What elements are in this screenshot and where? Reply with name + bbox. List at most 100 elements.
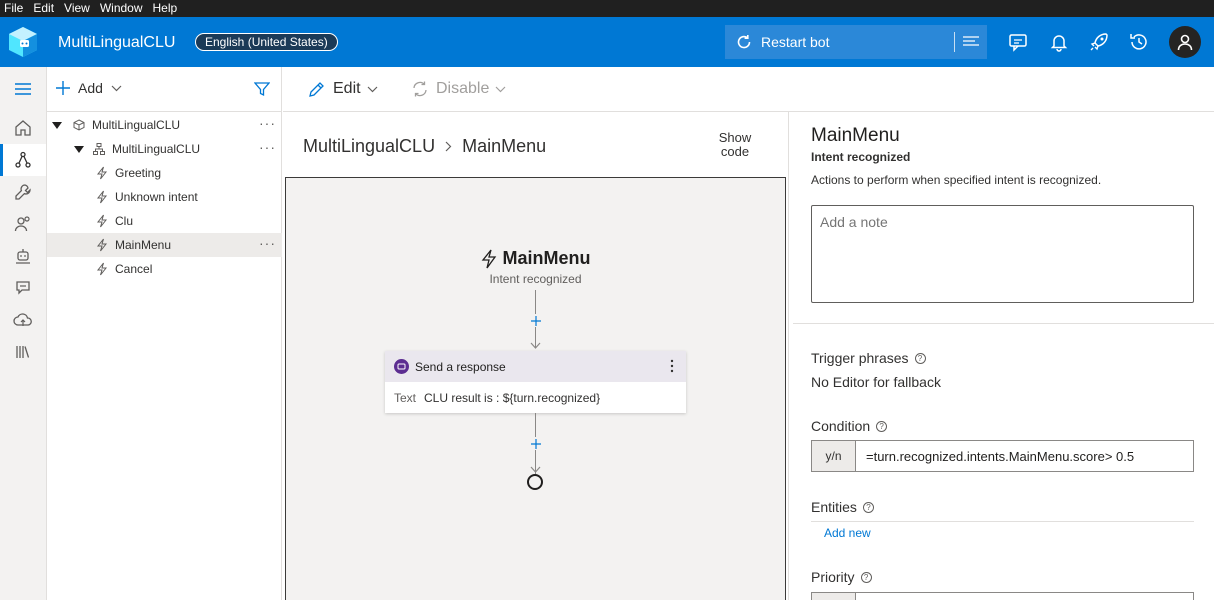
refresh-icon [735,33,753,51]
chevron-down-icon [495,86,506,93]
breadcrumb-root[interactable]: MultiLingualCLU [303,136,435,157]
trigger-node-title[interactable]: MainMenu [286,248,785,269]
trigger-phrases-label: Trigger phrases ? [811,350,926,366]
bell-icon[interactable] [1047,30,1071,54]
condition-field: y/n [811,440,1194,472]
send-response-card[interactable]: Send a response Text CLU result is : ${t… [385,351,686,413]
wrench-icon[interactable] [0,176,46,208]
trigger-phrases-value: No Editor for fallback [811,374,941,390]
user-avatar[interactable] [1169,26,1201,58]
restart-bot-button[interactable]: Restart bot [725,25,987,59]
tree-item-trigger[interactable]: Cancel [47,257,282,281]
more-vertical-icon[interactable] [670,359,674,373]
help-icon[interactable]: ? [860,571,872,583]
lightning-icon [95,190,109,204]
prop-subtitle: Intent recognized [811,150,911,164]
tree-item-trigger[interactable]: Clu [47,209,282,233]
more-options-button[interactable]: ··· [259,140,276,154]
show-code-line2: code [720,144,750,159]
condition-input[interactable] [856,441,1193,471]
pencil-icon [308,80,326,98]
rocket-icon[interactable] [1087,30,1111,54]
library-icon[interactable] [0,336,46,368]
tree-item-trigger-selected[interactable]: MainMenu ··· [47,233,282,257]
breadcrumb: MultiLingualCLU MainMenu [303,136,546,157]
command-bar: Edit Disable [283,67,1214,112]
trigger-subtitle: Intent recognized [489,272,582,286]
chevron-down-icon [367,86,378,93]
locale-badge[interactable]: English (United States) [195,33,338,51]
edit-button[interactable]: Edit [308,80,378,98]
history-icon[interactable] [1127,30,1151,54]
app-header: MultiLingualCLU English (United States) … [0,17,1214,67]
bot-icon[interactable] [0,240,46,272]
tree-item-trigger[interactable]: Unknown intent [47,185,282,209]
home-icon[interactable] [0,112,46,144]
disable-button[interactable]: Disable [411,80,506,98]
lightning-icon [95,166,109,180]
caret-down-icon[interactable] [74,144,84,154]
restart-bot-label: Restart bot [761,34,830,50]
condition-label: Condition ? [811,418,888,434]
add-node-plus-icon[interactable] [529,437,542,450]
add-new-entity-link[interactable]: Add new [824,526,871,540]
expression-type-prefix[interactable]: y/n [812,441,856,471]
menu-lines-icon[interactable] [962,34,980,50]
edit-label: Edit [333,80,361,97]
menu-file[interactable]: File [0,0,28,17]
show-code-line1: Show [718,130,752,145]
priority-field[interactable] [811,592,1194,600]
menu-window[interactable]: Window [95,0,148,17]
tree-item-dialog[interactable]: MultiLingualCLU ··· [47,137,282,161]
help-icon[interactable]: ? [862,501,874,513]
visual-editor-canvas[interactable]: MainMenu Intent recognized Send a respon… [285,177,786,600]
caret-down-icon[interactable] [52,120,62,130]
menu-help[interactable]: Help [148,0,183,17]
filter-icon[interactable] [254,81,270,97]
lightning-icon [95,262,109,276]
lightning-icon [95,238,109,252]
prop-title: MainMenu [811,125,900,146]
tree-item-bot[interactable]: MultiLingualCLU ··· [47,113,282,137]
user-icon [1176,33,1194,51]
menu-edit[interactable]: Edit [28,0,59,17]
note-input[interactable] [811,205,1194,303]
tree-item-label: MultiLingualCLU [92,118,181,132]
users-icon[interactable] [0,208,46,240]
chat-bubble-icon[interactable] [0,272,46,304]
show-code-button[interactable]: Show code [715,131,755,159]
design-icon[interactable] [0,144,46,176]
card-value: CLU result is : ${turn.recognized} [424,390,601,405]
menu-view[interactable]: View [59,0,95,17]
chat-icon[interactable] [1007,30,1031,54]
add-node-plus-icon[interactable] [529,314,542,327]
add-button[interactable]: Add [55,80,122,96]
chevron-right-icon [445,141,452,152]
dialog-tree-icon [92,142,106,156]
tree-toolbar: Add [47,67,282,112]
help-icon[interactable]: ? [876,420,888,432]
more-options-button[interactable]: ··· [259,116,276,130]
property-panel: MainMenu Intent recognized Actions to pe… [788,112,1214,600]
tree-item-label: Cancel [115,262,153,276]
chevron-down-icon [111,85,122,92]
lightning-icon [481,249,497,269]
card-title: Send a response [415,359,506,374]
breadcrumb-current[interactable]: MainMenu [462,136,546,157]
arrow-down-icon [530,466,541,473]
hamburger-icon[interactable] [0,73,46,105]
priority-text: Priority [811,569,855,585]
help-icon[interactable]: ? [914,352,926,364]
expression-type-prefix[interactable] [812,593,856,600]
more-options-button[interactable]: ··· [259,236,276,250]
composer-logo-icon [8,26,38,58]
tree-item-label: MainMenu [115,238,172,252]
tree-item-label: Clu [115,214,134,228]
tree-item-label: Greeting [115,166,162,180]
tree-item-trigger[interactable]: Greeting [47,161,282,185]
lightning-icon [95,214,109,228]
menu-bar: File Edit View Window Help [0,0,1214,17]
cloud-upload-icon[interactable] [0,304,46,336]
bot-response-icon [394,359,409,374]
prop-description: Actions to perform when specified intent… [811,173,1102,187]
